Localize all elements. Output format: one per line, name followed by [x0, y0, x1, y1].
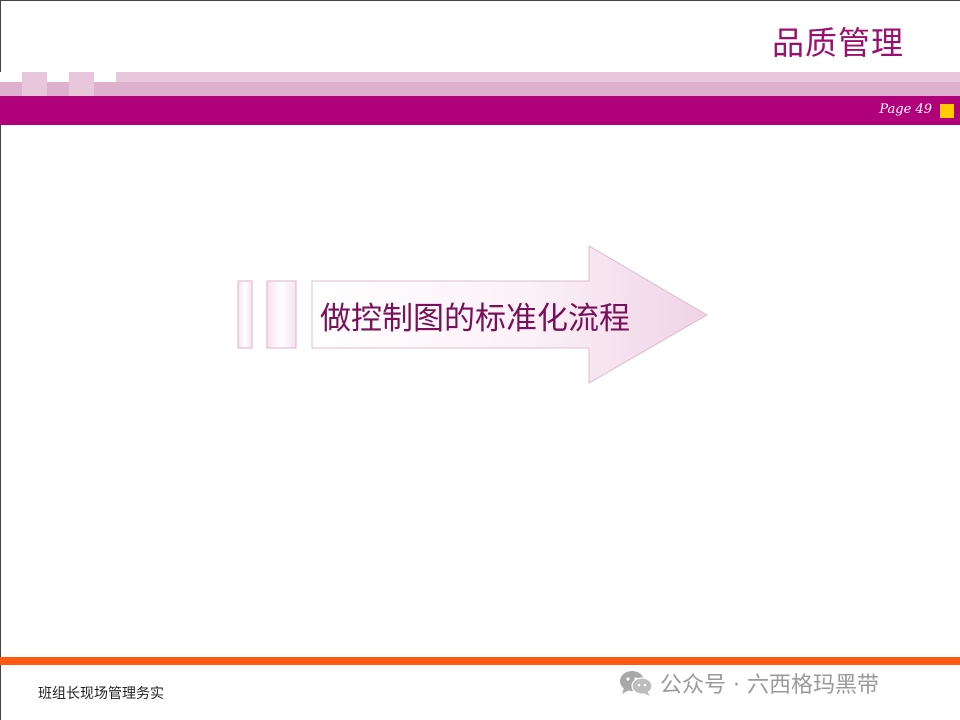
footer-bar	[0, 657, 960, 665]
header-band-pink	[0, 82, 960, 96]
page-number: Page 49	[879, 102, 932, 117]
header-block	[0, 72, 22, 82]
footer-caption: 班组长现场管理务实	[38, 686, 164, 702]
header-block	[69, 82, 94, 96]
process-title: 做控制图的标准化流程	[320, 301, 630, 337]
wechat-icon	[620, 671, 653, 696]
arrow-stripe	[266, 280, 297, 349]
wechat-label: 公众号 · 六西格玛黑带	[660, 673, 879, 698]
header-block	[22, 82, 47, 96]
page-title: 品质管理	[771, 24, 904, 62]
header-band-light	[0, 72, 960, 82]
header-band-magenta	[0, 96, 960, 125]
header-block	[94, 72, 116, 82]
wechat-watermark: 公众号 · 六西格玛黑带	[618, 668, 879, 698]
header-block	[47, 72, 69, 82]
arrow-stripe	[237, 280, 253, 349]
slide-border-top	[0, 0, 960, 1]
page-accent-square	[940, 104, 954, 118]
